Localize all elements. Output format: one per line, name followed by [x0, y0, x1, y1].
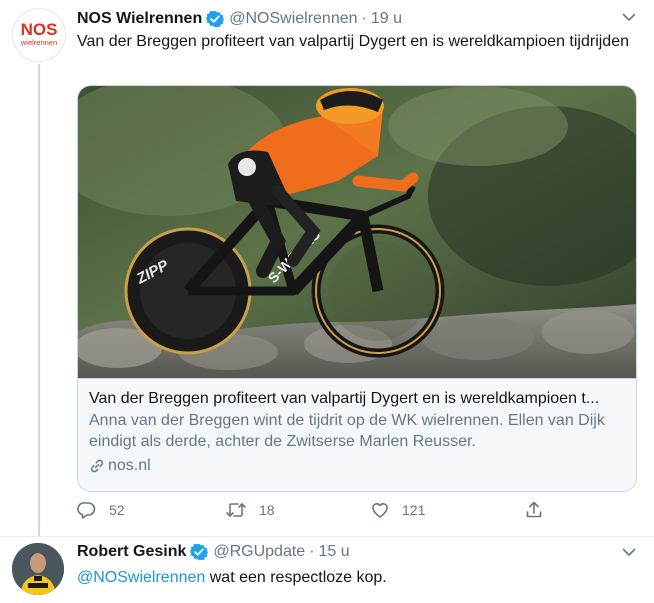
avatar-logo-subtext: wielrennen [20, 38, 57, 47]
avatar-robert-gesink[interactable] [12, 543, 64, 595]
handle[interactable]: @NOSwielrennen [229, 9, 357, 29]
share-icon [526, 501, 542, 518]
reply-text: wat een respectloze kop. [205, 569, 387, 586]
thread-line [38, 64, 40, 536]
tweet-robert-gesink[interactable]: Robert Gesink @RGUpdate · 15 u @NOSwielr… [0, 537, 654, 603]
link-card[interactable]: ZIPP S-WORKS Van der Breggen profiteert … [77, 85, 637, 492]
like-button[interactable]: 121 [370, 500, 425, 520]
timestamp[interactable]: 19 u [371, 9, 402, 29]
avatar-nos-wielrennen[interactable]: NOS wielrennen [12, 8, 66, 62]
tweet-text: @NOSwielrennen wat een respectloze kop. [77, 567, 637, 589]
handle[interactable]: @RGUpdate [213, 542, 305, 562]
retweet-button[interactable]: 18 [225, 500, 275, 520]
display-name[interactable]: Robert Gesink [77, 542, 186, 562]
like-count: 121 [402, 502, 426, 518]
card-domain[interactable]: nos.nl [89, 455, 151, 476]
verified-badge-icon [190, 543, 209, 561]
link-icon [91, 459, 103, 472]
verified-badge-icon [206, 10, 225, 28]
retweet-icon [226, 503, 246, 517]
tweet-text: Van der Breggen profiteert van valpartij… [77, 33, 629, 50]
reply-count: 52 [109, 502, 125, 518]
display-name[interactable]: NOS Wielrennen [77, 9, 202, 29]
share-button[interactable] [524, 500, 556, 520]
reply-button[interactable]: 52 [77, 500, 125, 520]
separator-dot: · [361, 10, 367, 27]
tweet-header: NOS Wielrennen @NOSwielrennen · 19 u [77, 9, 402, 29]
separator-dot: · [309, 543, 315, 560]
like-icon [372, 503, 388, 518]
card-title[interactable]: Van der Breggen profiteert van valpartij… [89, 388, 629, 409]
chevron-down-icon[interactable] [622, 547, 636, 557]
card-image[interactable]: ZIPP S-WORKS [78, 86, 636, 378]
card-description: Anna van der Breggen wint de tijdrit op … [89, 412, 605, 450]
card-body[interactable]: Van der Breggen profiteert van valpartij… [78, 378, 636, 491]
timestamp[interactable]: 15 u [319, 542, 350, 562]
mention-link[interactable]: @NOSwielrennen [77, 569, 205, 586]
card-domain-text[interactable]: nos.nl [108, 455, 151, 476]
retweet-count: 18 [259, 502, 275, 518]
tweet-header: Robert Gesink @RGUpdate · 15 u [77, 542, 350, 562]
reply-icon [77, 502, 96, 519]
avatar-logo-text: NOS [21, 20, 58, 39]
tweet-nos-wielrennen[interactable]: NOS wielrennen NOS Wielrennen @NOSwielre… [0, 0, 654, 537]
chevron-down-icon[interactable] [622, 12, 636, 22]
tweet-actions: 52 18 121 [77, 500, 557, 526]
